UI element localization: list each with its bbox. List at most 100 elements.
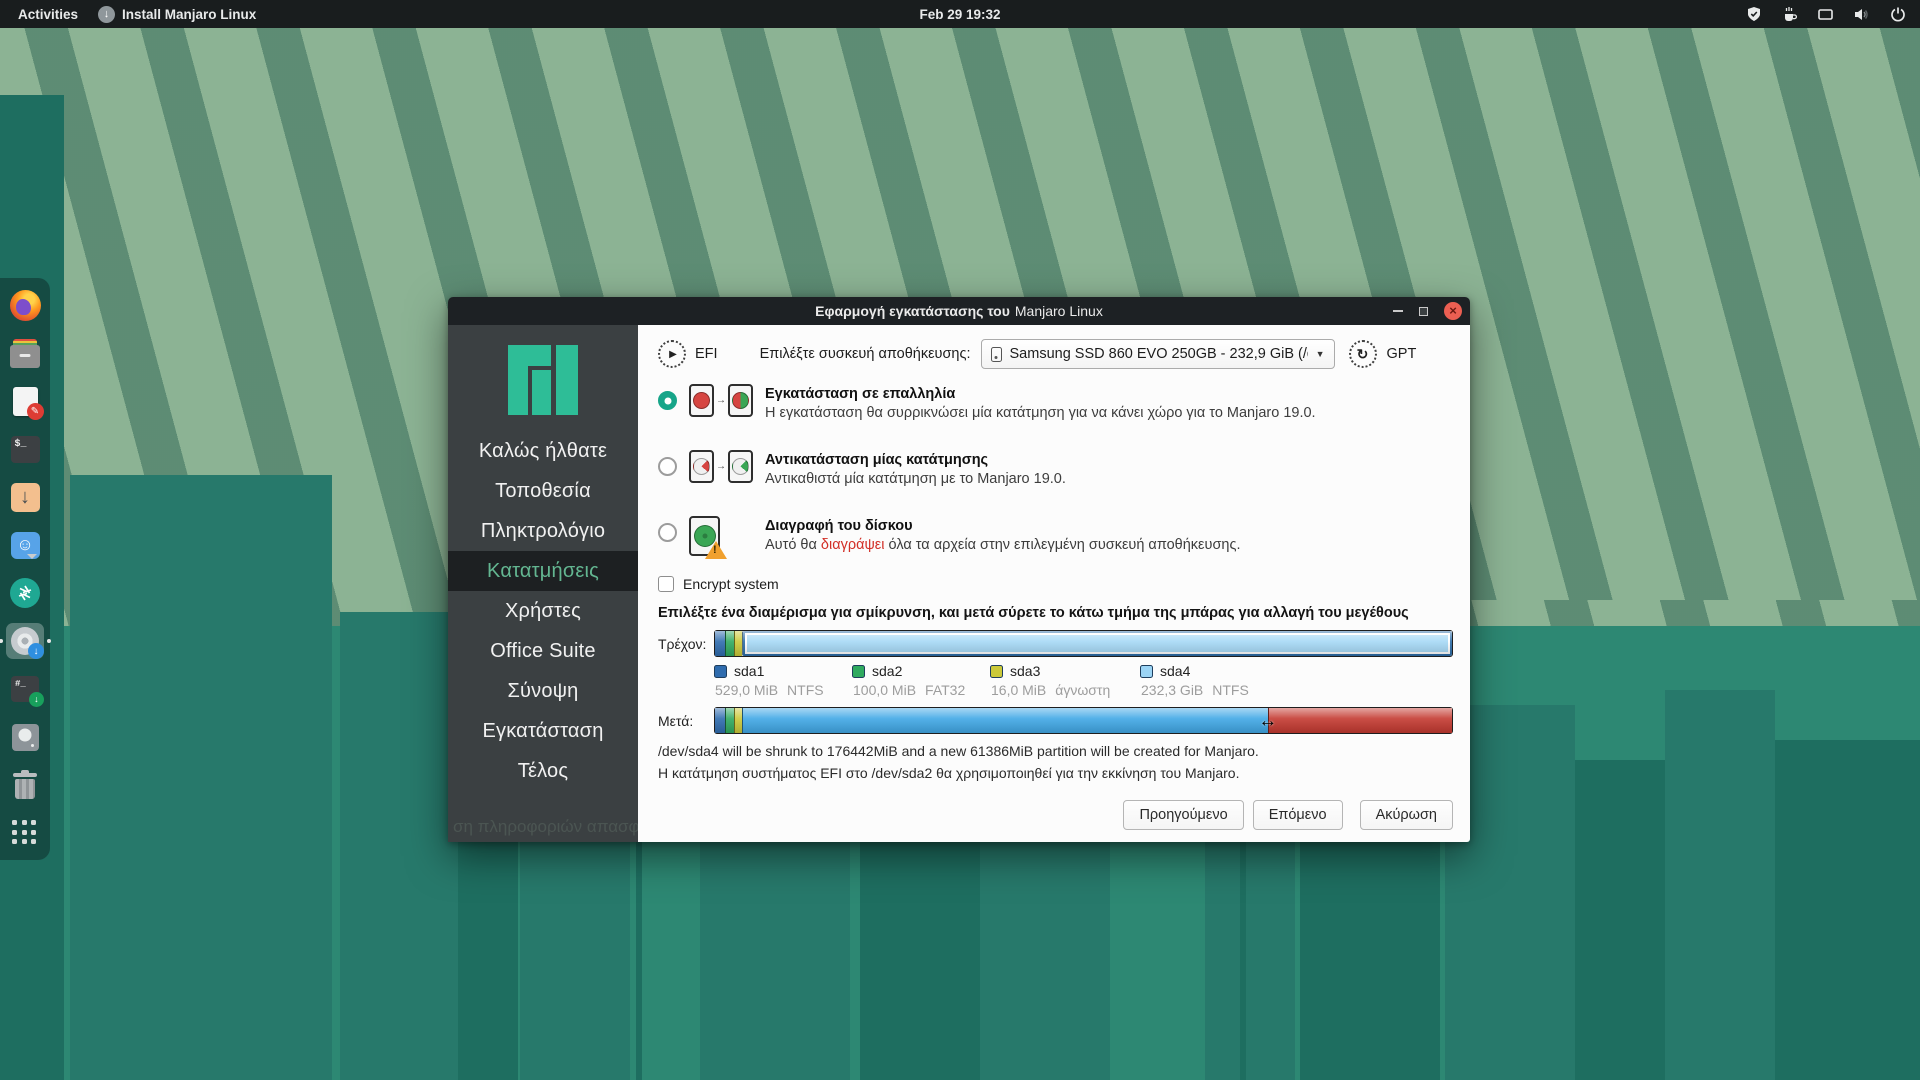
trash-icon [13, 771, 37, 799]
dock-installer-icon-active[interactable]: ↓ [6, 623, 44, 659]
encrypt-system-checkbox[interactable] [658, 576, 674, 592]
terminal-icon: $_ [11, 436, 40, 463]
partition-segment-sda4[interactable] [742, 631, 1452, 656]
dock-disks-icon[interactable] [6, 719, 44, 755]
encrypt-system-row[interactable]: Encrypt system [658, 576, 1453, 592]
dock-trash-icon[interactable] [6, 767, 44, 803]
activities-button[interactable]: Activities [12, 5, 84, 24]
erase-disk-icon [689, 516, 753, 556]
partitions-page: ▶ EFI Επιλέξτε συσκευή αποθήκευσης: Sams… [638, 325, 1470, 842]
install-alongside-icon: → [689, 384, 753, 417]
package-terminal-icon: #_↓ [11, 676, 39, 702]
dock-messenger-icon[interactable]: ☺ [6, 527, 44, 563]
dock-show-applications-icon[interactable] [6, 815, 44, 851]
partition-segment-sda1[interactable] [715, 708, 725, 733]
option-description: Αντικαθιστά μία κατάτμηση με το Manjaro … [765, 471, 1066, 487]
power-icon[interactable] [1889, 6, 1906, 23]
step-keyboard[interactable]: Πληκτρολόγιο [448, 511, 638, 551]
partition-segment-sda3[interactable] [734, 708, 741, 733]
option-replace-partition[interactable]: → Αντικατάσταση μίας κατάτμησης Αντικαθι… [658, 448, 1453, 501]
option-description: Αυτό θα διαγράψει όλα τα αρχεία στην επι… [765, 537, 1240, 553]
system-tray [1745, 0, 1920, 28]
partition-segment-new-manjaro[interactable] [1268, 708, 1452, 733]
file-archiver-icon [10, 345, 40, 368]
option-erase-disk[interactable]: Διαγραφή του δίσκου Αυτό θα διαγράψει όλ… [658, 514, 1453, 567]
dock-file-archiver-icon[interactable] [6, 335, 44, 371]
encrypt-system-label: Encrypt system [683, 576, 779, 592]
option-title: Αντικατάσταση μίας κατάτμησης [765, 452, 1066, 468]
option-title: Διαγραφή του δίσκου [765, 518, 1240, 534]
legend-sda1: sda1 529,0 MiBNTFS [714, 663, 852, 698]
after-bar-label: Μετά: [658, 713, 714, 729]
building [340, 612, 458, 1080]
step-office-suite[interactable]: Office Suite [448, 631, 638, 671]
cancel-button[interactable]: Ακύρωση [1360, 800, 1453, 830]
partition-segment-sda1[interactable] [715, 631, 725, 656]
caffeine-cup-icon[interactable] [1781, 6, 1798, 23]
focused-app-title: Install Manjaro Linux [122, 7, 256, 22]
clock[interactable]: Feb 29 19:32 [919, 7, 1000, 22]
hard-drive-icon [12, 724, 39, 751]
step-summary[interactable]: Σύνοψη [448, 671, 638, 711]
step-location[interactable]: Τοποθεσία [448, 471, 638, 511]
warning-triangle-icon [705, 541, 727, 559]
shrink-note: /dev/sda4 will be shrunk to 176442MiB an… [658, 743, 1453, 759]
installer-steps: Καλώς ήλθατε Τοποθεσία Πληκτρολόγιο Κατα… [448, 431, 638, 791]
aperture-icon [10, 578, 40, 608]
partition-legend: sda1 529,0 MiBNTFS sda2 100,0 MiBFAT32 s… [714, 663, 1453, 698]
storage-device-dropdown[interactable]: Samsung SSD 860 EVO 250GB - 232,9 GiB (/… [981, 339, 1335, 369]
step-users[interactable]: Χρήστες [448, 591, 638, 631]
partition-segment-sda3[interactable] [734, 631, 741, 656]
firefox-icon [10, 290, 41, 321]
install-badge-icon: ↓ [28, 643, 44, 659]
current-bar-label: Τρέχον: [658, 636, 714, 652]
focused-app-menu[interactable]: ↓ Install Manjaro Linux [98, 6, 256, 23]
partition-segment-sda4[interactable] [742, 708, 1268, 733]
next-button[interactable]: Επόμενο [1253, 800, 1343, 830]
dock-package-terminal-icon[interactable]: #_↓ [6, 671, 44, 707]
installer-window: Εφαρμογή εγκατάστασης του Manjaro Linux … [448, 297, 1470, 842]
storage-device-value: Samsung SSD 860 EVO 250GB - 232,9 GiB (/… [1010, 346, 1308, 362]
text-editor-icon: ✎ [13, 387, 38, 416]
step-finish[interactable]: Τέλος [448, 751, 638, 791]
step-partitions[interactable]: Κατατμήσεις [448, 551, 638, 591]
window-title-brand: Manjaro Linux [1015, 303, 1103, 319]
chat-smiley-icon: ☺ [11, 532, 40, 559]
window-title: Εφαρμογή εγκατάστασης του [815, 303, 1010, 319]
efi-label: EFI [695, 346, 718, 362]
window-titlebar[interactable]: Εφαρμογή εγκατάστασης του Manjaro Linux … [448, 297, 1470, 325]
resize-handle[interactable]: ↔ [1258, 711, 1277, 730]
radio-install-alongside[interactable] [658, 391, 677, 410]
option-install-alongside[interactable]: → Εγκατάσταση σε επαλληλία Η εγκατάσταση… [658, 382, 1453, 435]
radio-replace-partition[interactable] [658, 457, 677, 476]
back-button[interactable]: Προηγούμενο [1123, 800, 1243, 830]
step-welcome[interactable]: Καλώς ήλθατε [448, 431, 638, 471]
minimize-button[interactable] [1393, 310, 1403, 312]
legend-sda2: sda2 100,0 MiBFAT32 [852, 663, 990, 698]
dock-downloader-icon[interactable]: ↓ [6, 479, 44, 515]
gpt-table-icon: ↻ [1349, 340, 1377, 368]
display-icon[interactable] [1817, 6, 1834, 23]
current-partition-bar[interactable] [714, 630, 1453, 657]
step-install[interactable]: Εγκατάσταση [448, 711, 638, 751]
shield-check-icon[interactable] [1745, 6, 1762, 23]
pencil-badge-icon: ✎ [27, 403, 44, 420]
radio-erase-disk[interactable] [658, 523, 677, 542]
building [1775, 740, 1920, 1080]
building [1575, 760, 1665, 1080]
after-partition-bar[interactable]: ↔ [714, 707, 1453, 734]
partition-segment-sda2[interactable] [725, 708, 735, 733]
dock: ✎ $_ ↓ ☺ ↓ #_↓ [0, 278, 50, 860]
dock-terminal-icon[interactable]: $_ [6, 431, 44, 467]
chevron-down-icon: ▼ [1316, 349, 1325, 359]
dock-firefox-icon[interactable] [6, 287, 44, 323]
restore-button[interactable] [1419, 307, 1428, 316]
volume-icon[interactable] [1853, 6, 1870, 23]
close-button[interactable]: × [1444, 302, 1462, 320]
drive-icon [991, 347, 1002, 362]
installer-app-icon: ↓ [98, 6, 115, 23]
partition-segment-sda2[interactable] [725, 631, 735, 656]
storage-device-label: Επιλέξτε συσκευή αποθήκευσης: [760, 346, 971, 362]
dock-text-editor-icon[interactable]: ✎ [6, 383, 44, 419]
dock-manjaro-tools-icon[interactable] [6, 575, 44, 611]
